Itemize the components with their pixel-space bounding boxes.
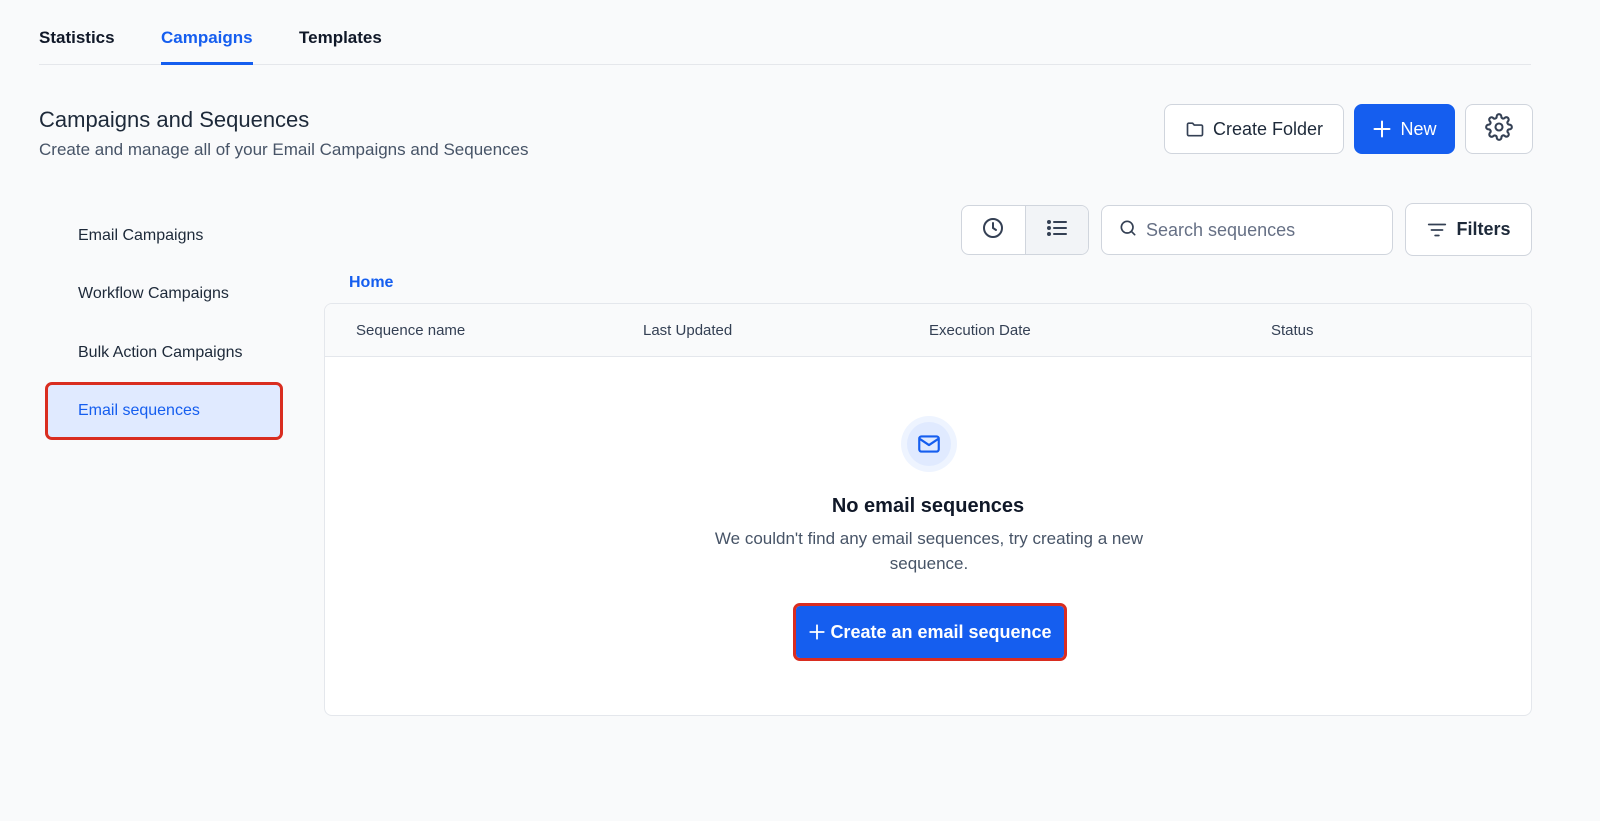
create-folder-button[interactable]: Create Folder [1164, 104, 1344, 154]
tab-campaigns[interactable]: Campaigns [161, 0, 253, 65]
empty-state-title: No email sequences [831, 495, 1025, 517]
empty-state-icon-wrap [901, 416, 957, 472]
campaigns-page: Statistics Campaigns Templates Campaigns… [0, 0, 1600, 821]
settings-button[interactable] [1465, 104, 1533, 154]
empty-state-description: We couldn't find any email sequences, tr… [714, 529, 1144, 573]
table-header: Sequence name Last Updated Execution Dat… [325, 304, 1531, 357]
page-subtitle: Create and manage all of your Email Camp… [39, 140, 529, 159]
new-label: New [1400, 118, 1437, 139]
plus-icon [1372, 119, 1392, 139]
search-box [1101, 205, 1393, 255]
mail-icon [907, 422, 951, 466]
recent-view-button[interactable] [962, 206, 1025, 254]
list-view-button[interactable] [1024, 206, 1088, 254]
view-toggle [961, 205, 1089, 255]
filters-button[interactable]: Filters [1405, 203, 1532, 256]
column-header-sequence-name[interactable]: Sequence name [356, 322, 465, 339]
filter-icon [1426, 219, 1448, 241]
breadcrumb-home[interactable]: Home [349, 274, 393, 292]
column-header-execution-date[interactable]: Execution Date [929, 322, 1031, 339]
gear-icon [1485, 112, 1513, 146]
column-header-last-updated[interactable]: Last Updated [643, 322, 732, 339]
sequences-table: Sequence name Last Updated Execution Dat… [324, 303, 1532, 716]
create-email-sequence-label: Create an email sequence [830, 621, 1052, 642]
subnav-item-bulk-action-campaigns[interactable]: Bulk Action Campaigns [48, 327, 280, 379]
new-button[interactable]: New [1354, 104, 1455, 154]
clock-icon [981, 216, 1005, 245]
tab-templates[interactable]: Templates [299, 0, 382, 65]
list-icon [1045, 216, 1069, 245]
column-header-status[interactable]: Status [1271, 322, 1314, 339]
tab-statistics[interactable]: Statistics [39, 0, 115, 65]
search-icon [1118, 218, 1138, 243]
filters-label: Filters [1456, 219, 1511, 239]
top-tabs: Statistics Campaigns Templates [39, 0, 1531, 65]
subnav-item-email-sequences[interactable]: Email sequences [45, 382, 283, 440]
plus-icon [808, 623, 826, 641]
folder-icon [1185, 119, 1205, 139]
create-folder-label: Create Folder [1212, 118, 1324, 139]
create-email-sequence-button[interactable]: Create an email sequence [793, 603, 1067, 661]
page-title: Campaigns and Sequences [39, 107, 310, 132]
subnav-item-workflow-campaigns[interactable]: Workflow Campaigns [48, 268, 280, 320]
subnav-item-email-campaigns[interactable]: Email Campaigns [48, 210, 280, 262]
search-input[interactable] [1146, 219, 1386, 241]
